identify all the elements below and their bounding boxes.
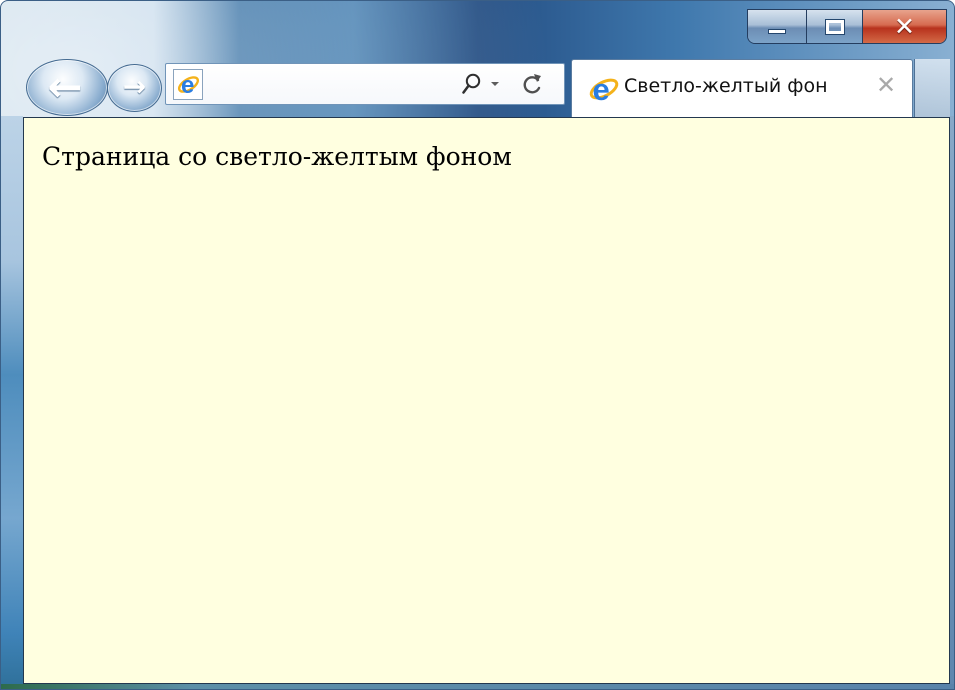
page-text: Страница со светло-желтым фоном <box>42 142 512 171</box>
address-bar[interactable]: e <box>165 63 565 105</box>
minimize-button[interactable] <box>748 10 807 43</box>
tab-close-icon[interactable]: ✕ <box>876 73 896 97</box>
window-left-border <box>1 116 23 689</box>
page-content: Страница со светло-желтым фоном <box>23 117 950 684</box>
svg-text:e: e <box>593 74 610 104</box>
browser-window: ✕ ← → e e Светло-желтый фон ✕ Страница с… <box>0 0 955 690</box>
forward-arrow-icon: → <box>122 70 147 103</box>
svg-text:e: e <box>181 72 194 97</box>
search-icon[interactable] <box>461 72 483 97</box>
maximize-button[interactable] <box>807 10 863 43</box>
new-tab-area[interactable] <box>914 59 950 117</box>
minimize-icon <box>768 29 786 34</box>
forward-button[interactable]: → <box>107 64 162 112</box>
address-input[interactable] <box>212 71 451 97</box>
tab-title: Светло-желтый фон <box>624 75 828 97</box>
back-arrow-icon: ← <box>47 61 83 111</box>
refresh-icon[interactable] <box>520 72 544 96</box>
window-bottom-border <box>1 684 954 689</box>
tab-light-yellow-background[interactable]: e Светло-желтый фон ✕ <box>571 59 913 117</box>
maximize-icon <box>824 18 845 35</box>
window-controls: ✕ <box>747 9 947 44</box>
page-icon: e <box>173 69 203 100</box>
chevron-down-icon[interactable] <box>489 79 501 89</box>
internet-explorer-page-icon: e <box>177 72 199 97</box>
back-button[interactable]: ← <box>26 59 108 116</box>
close-window-button[interactable]: ✕ <box>863 10 946 43</box>
close-icon: ✕ <box>894 12 915 41</box>
internet-explorer-icon: e <box>589 74 619 104</box>
